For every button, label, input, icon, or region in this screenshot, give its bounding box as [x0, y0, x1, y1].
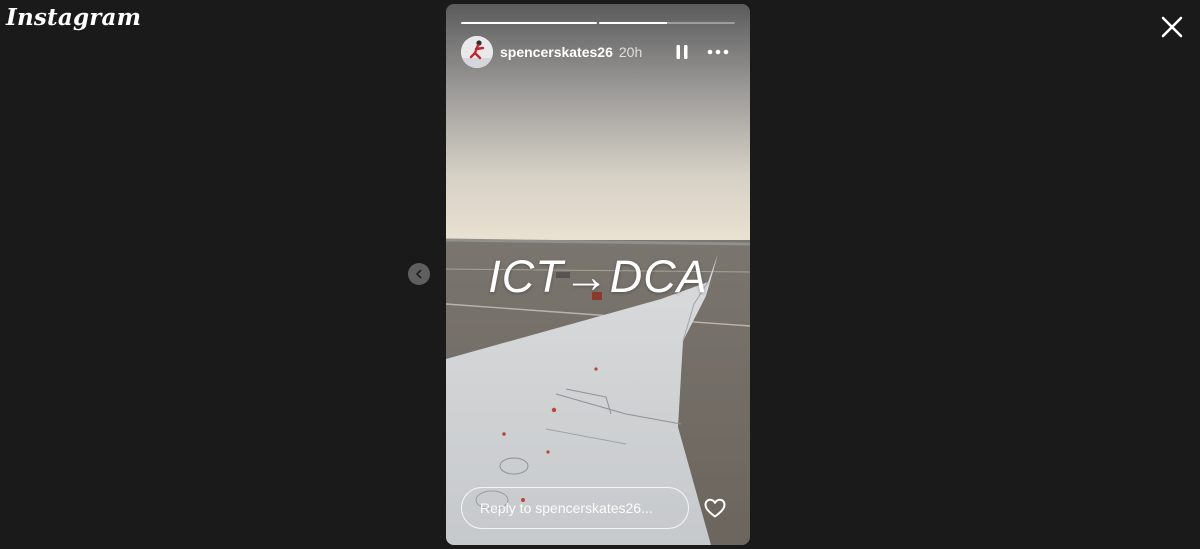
reply-input[interactable]	[461, 487, 689, 529]
more-options-button[interactable]	[705, 41, 731, 63]
instagram-logo[interactable]: Instagram	[6, 4, 141, 31]
avatar-image	[461, 36, 493, 68]
close-button[interactable]	[1158, 13, 1186, 41]
like-button[interactable]	[703, 496, 727, 520]
progress-segment	[599, 22, 735, 24]
story-header: spencerskates26 20h	[461, 36, 735, 68]
pause-icon	[676, 45, 688, 59]
close-icon	[1161, 16, 1183, 38]
chevron-left-icon	[416, 269, 422, 279]
story-username[interactable]: spencerskates26	[500, 44, 613, 60]
avatar[interactable]	[461, 36, 493, 68]
story-text-overlay: ICT→DCA	[488, 251, 708, 302]
progress-segment-fill	[461, 22, 597, 24]
pause-button[interactable]	[671, 41, 693, 63]
story-progress-bar	[461, 22, 735, 24]
previous-story-button[interactable]	[408, 263, 430, 285]
story-timestamp: 20h	[618, 44, 643, 60]
more-options-icon	[707, 49, 729, 55]
story-viewer[interactable]: spencerskates26 20h ICT→DCA	[446, 4, 750, 545]
heart-icon	[704, 498, 726, 518]
progress-segment	[461, 22, 597, 24]
progress-segment-fill	[599, 22, 667, 24]
